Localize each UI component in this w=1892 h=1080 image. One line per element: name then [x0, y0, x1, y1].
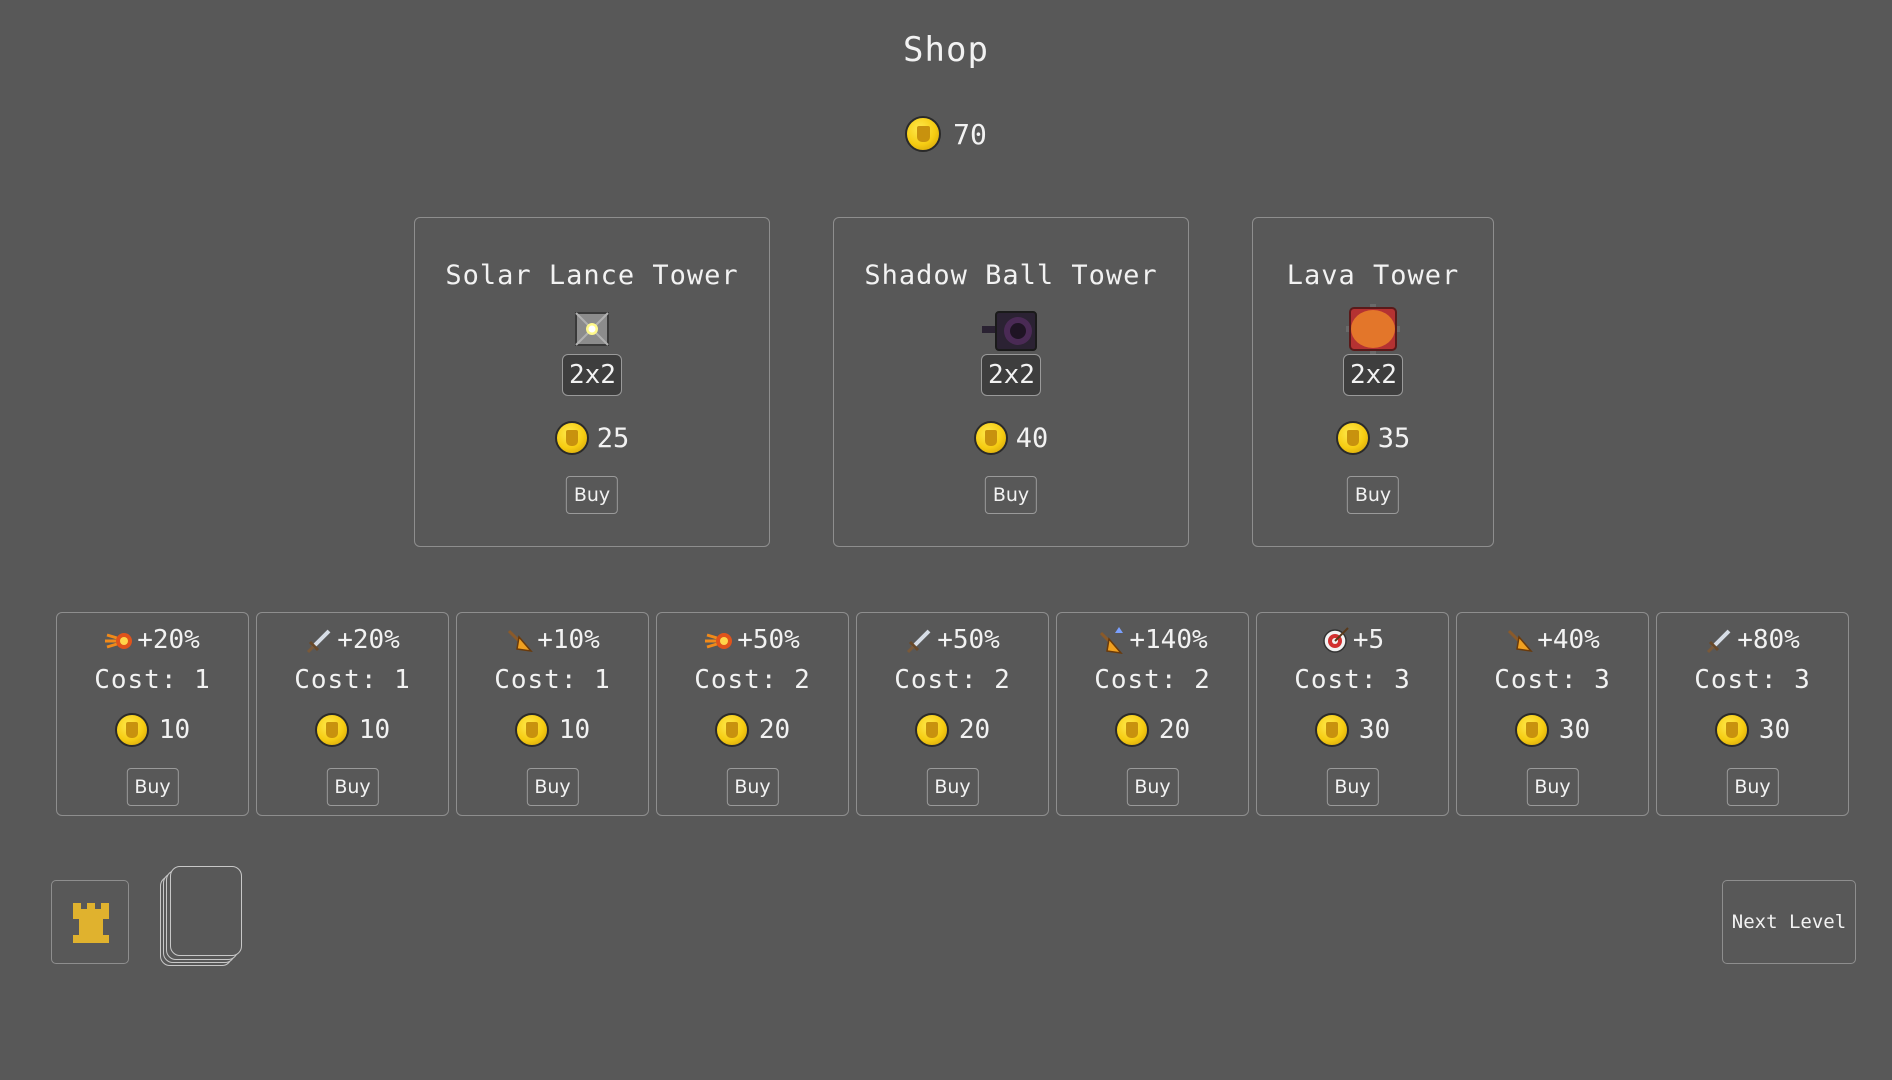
upgrade-price: 10	[558, 715, 591, 745]
upgrade-cost: Cost: 2	[894, 665, 1011, 695]
buy-upgrade-button[interactable]: Buy	[926, 768, 979, 806]
tower-size-badge: 2x2	[981, 354, 1041, 396]
card-deck-icon	[170, 866, 242, 956]
upgrade-price: 10	[358, 715, 391, 745]
upgrade-price: 30	[1758, 715, 1791, 745]
upgrade-cost: Cost: 1	[94, 665, 211, 695]
upgrade-cost: Cost: 1	[294, 665, 411, 695]
upgrade-card: +50% Cost: 2 20 Buy	[656, 612, 849, 816]
tower-card-shadow-ball: Shadow Ball Tower 2x2 40 Buy	[833, 217, 1189, 547]
buy-upgrade-button[interactable]: Buy	[1726, 768, 1779, 806]
tower-name: Shadow Ball Tower	[864, 260, 1158, 291]
arrow-icon	[1508, 629, 1534, 653]
upgrade-bonus: +20%	[137, 625, 200, 655]
upgrade-bonus: +10%	[537, 625, 600, 655]
buy-upgrade-button[interactable]: Buy	[326, 768, 379, 806]
buy-tower-button[interactable]: Buy	[1346, 476, 1400, 514]
upgrade-bonus: +5	[1352, 625, 1385, 655]
upgrade-card: +10% Cost: 1 10 Buy	[456, 612, 649, 816]
upgrade-cost: Cost: 2	[1094, 665, 1211, 695]
tower-price-value: 35	[1377, 422, 1411, 454]
upgrade-bonus: +20%	[337, 625, 400, 655]
tower-name: Solar Lance Tower	[445, 260, 739, 291]
sword-icon	[907, 629, 931, 654]
sword-icon	[307, 629, 331, 654]
buy-upgrade-button[interactable]: Buy	[126, 768, 179, 806]
tower-price-value: 40	[1015, 422, 1049, 454]
upgrade-card: +140% Cost: 2 20 Buy	[1056, 612, 1249, 816]
fireball-icon	[705, 633, 733, 649]
buy-upgrade-button[interactable]: Buy	[526, 768, 579, 806]
upgrade-cost: Cost: 3	[1694, 665, 1811, 695]
upgrade-bonus: +40%	[1537, 625, 1600, 655]
coin-icon	[973, 421, 1008, 455]
upgrade-price: 30	[1558, 715, 1591, 745]
tower-price: 35	[1253, 421, 1493, 455]
upgrade-price: 30	[1358, 715, 1391, 745]
upgrade-price: 10	[158, 715, 191, 745]
card-deck-button[interactable]	[160, 866, 242, 966]
upgrade-cost: Cost: 1	[494, 665, 611, 695]
shop-title: Shop	[903, 30, 989, 70]
lava-icon	[1346, 304, 1400, 354]
coin-icon	[1714, 713, 1749, 747]
coin-icon	[514, 713, 549, 747]
gold-amount: 70	[953, 117, 987, 151]
tower-size-badge: 2x2	[1343, 354, 1403, 396]
arrow-up-icon	[1100, 627, 1124, 655]
next-level-button[interactable]: Next Level	[1722, 880, 1856, 964]
tower-name: Lava Tower	[1286, 260, 1460, 291]
tower-price-value: 25	[596, 422, 630, 454]
upgrade-card: +40% Cost: 3 30 Buy	[1456, 612, 1649, 816]
buy-tower-button[interactable]: Buy	[565, 476, 619, 514]
sword-icon	[1707, 629, 1731, 654]
buy-tower-button[interactable]: Buy	[984, 476, 1038, 514]
tower-card-solar-lance: Solar Lance Tower 2x2 25 Buy	[414, 217, 770, 547]
coin-icon	[1514, 713, 1549, 747]
upgrade-price: 20	[1158, 715, 1191, 745]
buy-upgrade-button[interactable]: Buy	[1326, 768, 1379, 806]
upgrade-bonus: +140%	[1129, 625, 1208, 655]
upgrade-card: +80% Cost: 3 30 Buy	[1656, 612, 1849, 816]
upgrade-card: +5 Cost: 3 30 Buy	[1256, 612, 1449, 816]
arrow-icon	[508, 629, 534, 653]
upgrade-card: +20% Cost: 1 10 Buy	[56, 612, 249, 816]
coin-icon	[314, 713, 349, 747]
fireball-icon	[105, 633, 133, 649]
upgrade-cost: Cost: 3	[1294, 665, 1411, 695]
upgrade-bonus: +50%	[937, 625, 1000, 655]
upgrade-bonus: +80%	[1737, 625, 1800, 655]
buy-upgrade-button[interactable]: Buy	[1126, 768, 1179, 806]
solar-lance-icon	[575, 312, 609, 346]
upgrade-bonus: +50%	[737, 625, 800, 655]
upgrade-card: +20% Cost: 1 10 Buy	[256, 612, 449, 816]
coin-icon	[114, 713, 149, 747]
coin-icon	[554, 421, 589, 455]
tower-size-badge: 2x2	[562, 354, 622, 396]
coin-icon	[1335, 421, 1370, 455]
tower-card-lava: Lava Tower 2x2 35 Buy	[1252, 217, 1494, 547]
upgrade-card: +50% Cost: 2 20 Buy	[856, 612, 1049, 816]
buy-upgrade-button[interactable]: Buy	[726, 768, 779, 806]
coin-icon	[1114, 713, 1149, 747]
upgrade-price: 20	[758, 715, 791, 745]
gold-balance: 70	[0, 116, 1892, 152]
upgrade-price: 20	[958, 715, 991, 745]
tower-price: 40	[834, 421, 1188, 455]
coin-icon	[714, 713, 749, 747]
tower-price: 25	[415, 421, 769, 455]
target-icon	[1323, 627, 1349, 653]
buy-upgrade-button[interactable]: Buy	[1526, 768, 1579, 806]
upgrade-cost: Cost: 3	[1494, 665, 1611, 695]
coin-icon	[914, 713, 949, 747]
coin-icon	[1314, 713, 1349, 747]
shadow-ball-icon	[982, 311, 1037, 351]
coin-icon	[905, 116, 942, 152]
upgrade-cost: Cost: 2	[694, 665, 811, 695]
castle-icon	[73, 903, 109, 943]
tower-inventory-button[interactable]	[51, 880, 129, 964]
